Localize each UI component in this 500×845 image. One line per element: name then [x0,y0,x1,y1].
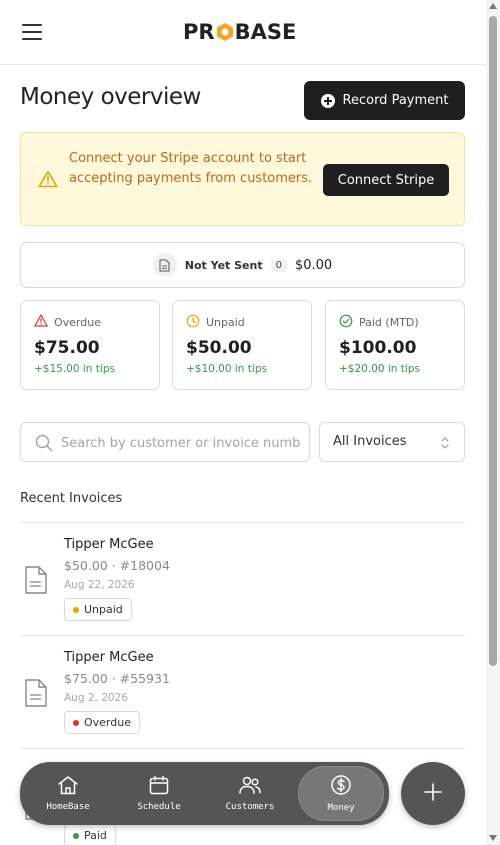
check-circle-icon [339,314,353,331]
invoice-customer: Tipper McGee [64,537,154,552]
nav-label: Schedule [137,802,181,812]
stat-card-paid[interactable]: Paid (MTD) $100.00 +$20.00 in tips [325,300,465,390]
app-header: PR BASE [0,0,486,65]
status-badge: Unpaid [64,598,132,621]
stat-card-unpaid[interactable]: Unpaid $50.00 +$10.00 in tips [172,300,312,390]
status-label: Unpaid [84,603,123,616]
status-dot [73,719,79,726]
status-label: Paid [84,829,107,842]
selected-filter: All Invoices [333,434,407,449]
status-dot [73,606,79,613]
alert-triangle-icon [34,314,48,330]
not-yet-sent-label: Not Yet Sent [184,258,263,272]
scrollbar-thumb[interactable] [489,16,497,666]
search-input[interactable] [61,432,301,454]
stat-label: Unpaid [206,316,245,329]
record-payment-label: Record Payment [342,93,449,108]
scroll-down-arrow-icon[interactable] [489,835,497,841]
status-label: Overdue [84,716,131,729]
users-icon [238,775,262,799]
calendar-icon [148,775,170,799]
nav-label: Money [327,803,355,813]
clock-icon [186,314,200,331]
home-icon [57,775,79,799]
stat-value: $75.00 [34,338,100,358]
stripe-connect-banner: Connect your Stripe account to start acc… [20,132,465,226]
page-scrollbar[interactable] [486,0,500,845]
bottom-navigation: HomeBase Schedule Customers Money [20,762,389,825]
nav-item-money[interactable]: Money [298,766,384,821]
stat-card-overdue[interactable]: Overdue $75.00 +$15.00 in tips [20,300,160,390]
stat-value: $50.00 [186,338,252,358]
page-title: Money overview [20,84,201,110]
record-payment-button[interactable]: Record Payment [304,81,465,120]
invoice-date: Aug 2, 2026 [64,692,128,704]
logo-text-right: BASE [234,20,297,44]
nav-label: HomeBase [46,802,90,812]
invoice-document-icon [24,678,48,712]
status-dot [73,832,79,839]
probase-logo[interactable]: PR BASE [183,20,296,44]
stat-label: Overdue [54,315,101,329]
invoice-search-box[interactable] [20,422,310,462]
stat-label: Paid (MTD) [359,316,419,329]
recent-invoices-title: Recent Invoices [20,491,123,506]
document-icon [152,253,177,277]
not-yet-sent-amount: $0.00 [294,257,333,273]
stat-tips: +$10.00 in tips [186,363,267,375]
stripe-banner-message: Connect your Stripe account to start acc… [69,151,313,186]
stat-tips: +$15.00 in tips [34,363,115,375]
stat-value: $100.00 [339,338,417,358]
invoice-filter-select[interactable]: All Invoices [319,422,465,462]
hamburger-menu-icon[interactable] [22,24,42,40]
invoice-amount-number: $75.00 · #55931 [64,671,170,686]
nav-item-customers[interactable]: Customers [207,766,293,821]
invoice-row[interactable]: Tipper McGee $75.00 · #55931 Aug 2, 2026… [20,636,465,749]
search-icon [35,434,53,456]
invoice-row[interactable]: Tipper McGee $50.00 · #18004 Aug 22, 202… [20,523,465,636]
connect-stripe-button[interactable]: Connect Stripe [323,164,449,196]
invoice-customer: Tipper McGee [64,650,154,665]
nav-item-schedule[interactable]: Schedule [116,766,202,821]
stat-tips: +$20.00 in tips [339,363,420,375]
status-badge: Overdue [64,711,140,734]
nav-item-homebase[interactable]: HomeBase [25,766,111,821]
scroll-up-arrow-icon[interactable] [489,3,497,9]
chevron-up-down-icon [440,435,450,455]
invoice-document-icon [24,565,48,599]
dollar-circle-icon [330,774,352,800]
logo-text-left: PR [183,20,215,44]
plus-icon [423,782,443,806]
logo-hex-icon [216,22,234,42]
nav-label: Customers [225,802,275,812]
warning-triangle-icon [38,170,58,192]
plus-circle-icon [320,93,335,108]
invoice-amount-number: $50.00 · #18004 [64,558,170,573]
add-fab-button[interactable] [401,762,465,825]
not-yet-sent-count: 0 [270,258,287,272]
status-badge: Paid [64,824,116,845]
invoice-date: Aug 22, 2026 [64,579,135,591]
not-yet-sent-summary[interactable]: Not Yet Sent 0 $0.00 [20,242,465,288]
